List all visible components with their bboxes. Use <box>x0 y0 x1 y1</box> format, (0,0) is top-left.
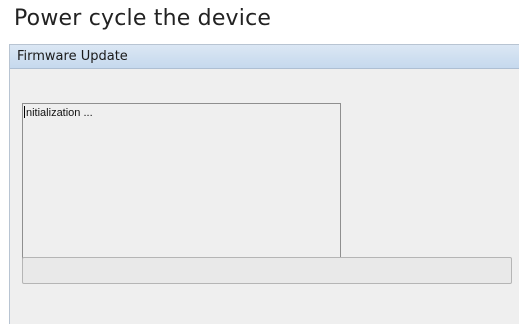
status-log-text: nitialization ... <box>26 107 93 119</box>
text-caret <box>24 106 25 118</box>
page-heading: Power cycle the device <box>14 6 272 31</box>
status-log-line: nitialization ... <box>24 106 93 119</box>
page-root: Power cycle the device Firmware Update n… <box>0 0 519 324</box>
firmware-update-window: Firmware Update nitialization ... <box>9 44 519 324</box>
status-log-box[interactable]: nitialization ... <box>22 103 341 259</box>
progress-bar <box>22 257 512 284</box>
window-titlebar[interactable]: Firmware Update <box>10 45 519 69</box>
window-title: Firmware Update <box>17 49 128 64</box>
